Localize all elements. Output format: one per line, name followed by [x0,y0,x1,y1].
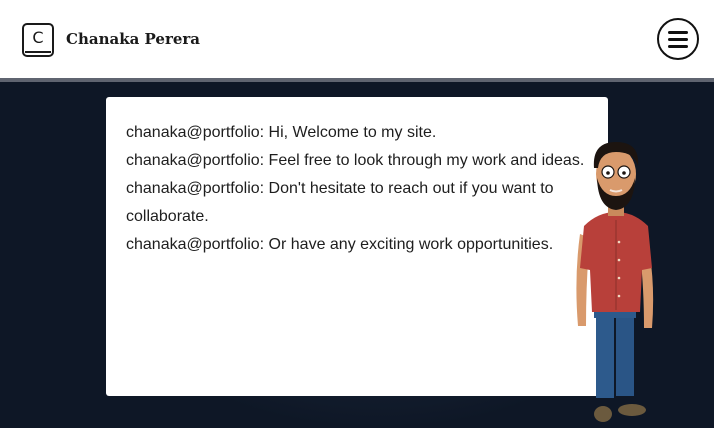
menu-button[interactable] [657,18,699,60]
site-header: C Chanaka Perera [0,0,714,82]
character-left-shoe [594,406,612,422]
terminal-line-1: chanaka@portfolio: Hi, Welcome to my sit… [126,124,437,141]
logo-icon[interactable]: C [22,23,54,57]
logo-letter: C [32,28,44,47]
character-right-leg [616,308,634,396]
character-left-leg [596,308,614,398]
cartoon-character-illustration [576,142,654,422]
character-right-shoe [618,404,646,416]
terminal-window: chanaka@portfolio: Hi, Welcome to my sit… [106,97,608,396]
terminal-line-3: chanaka@portfolio: Don't hesitate to rea… [126,180,554,225]
terminal-line-4: chanaka@portfolio: Or have any exciting … [126,236,554,253]
site-title[interactable]: Chanaka Perera [66,30,200,48]
hamburger-menu-icon [668,31,688,34]
terminal-line-2: chanaka@portfolio: Feel free to look thr… [126,152,585,169]
